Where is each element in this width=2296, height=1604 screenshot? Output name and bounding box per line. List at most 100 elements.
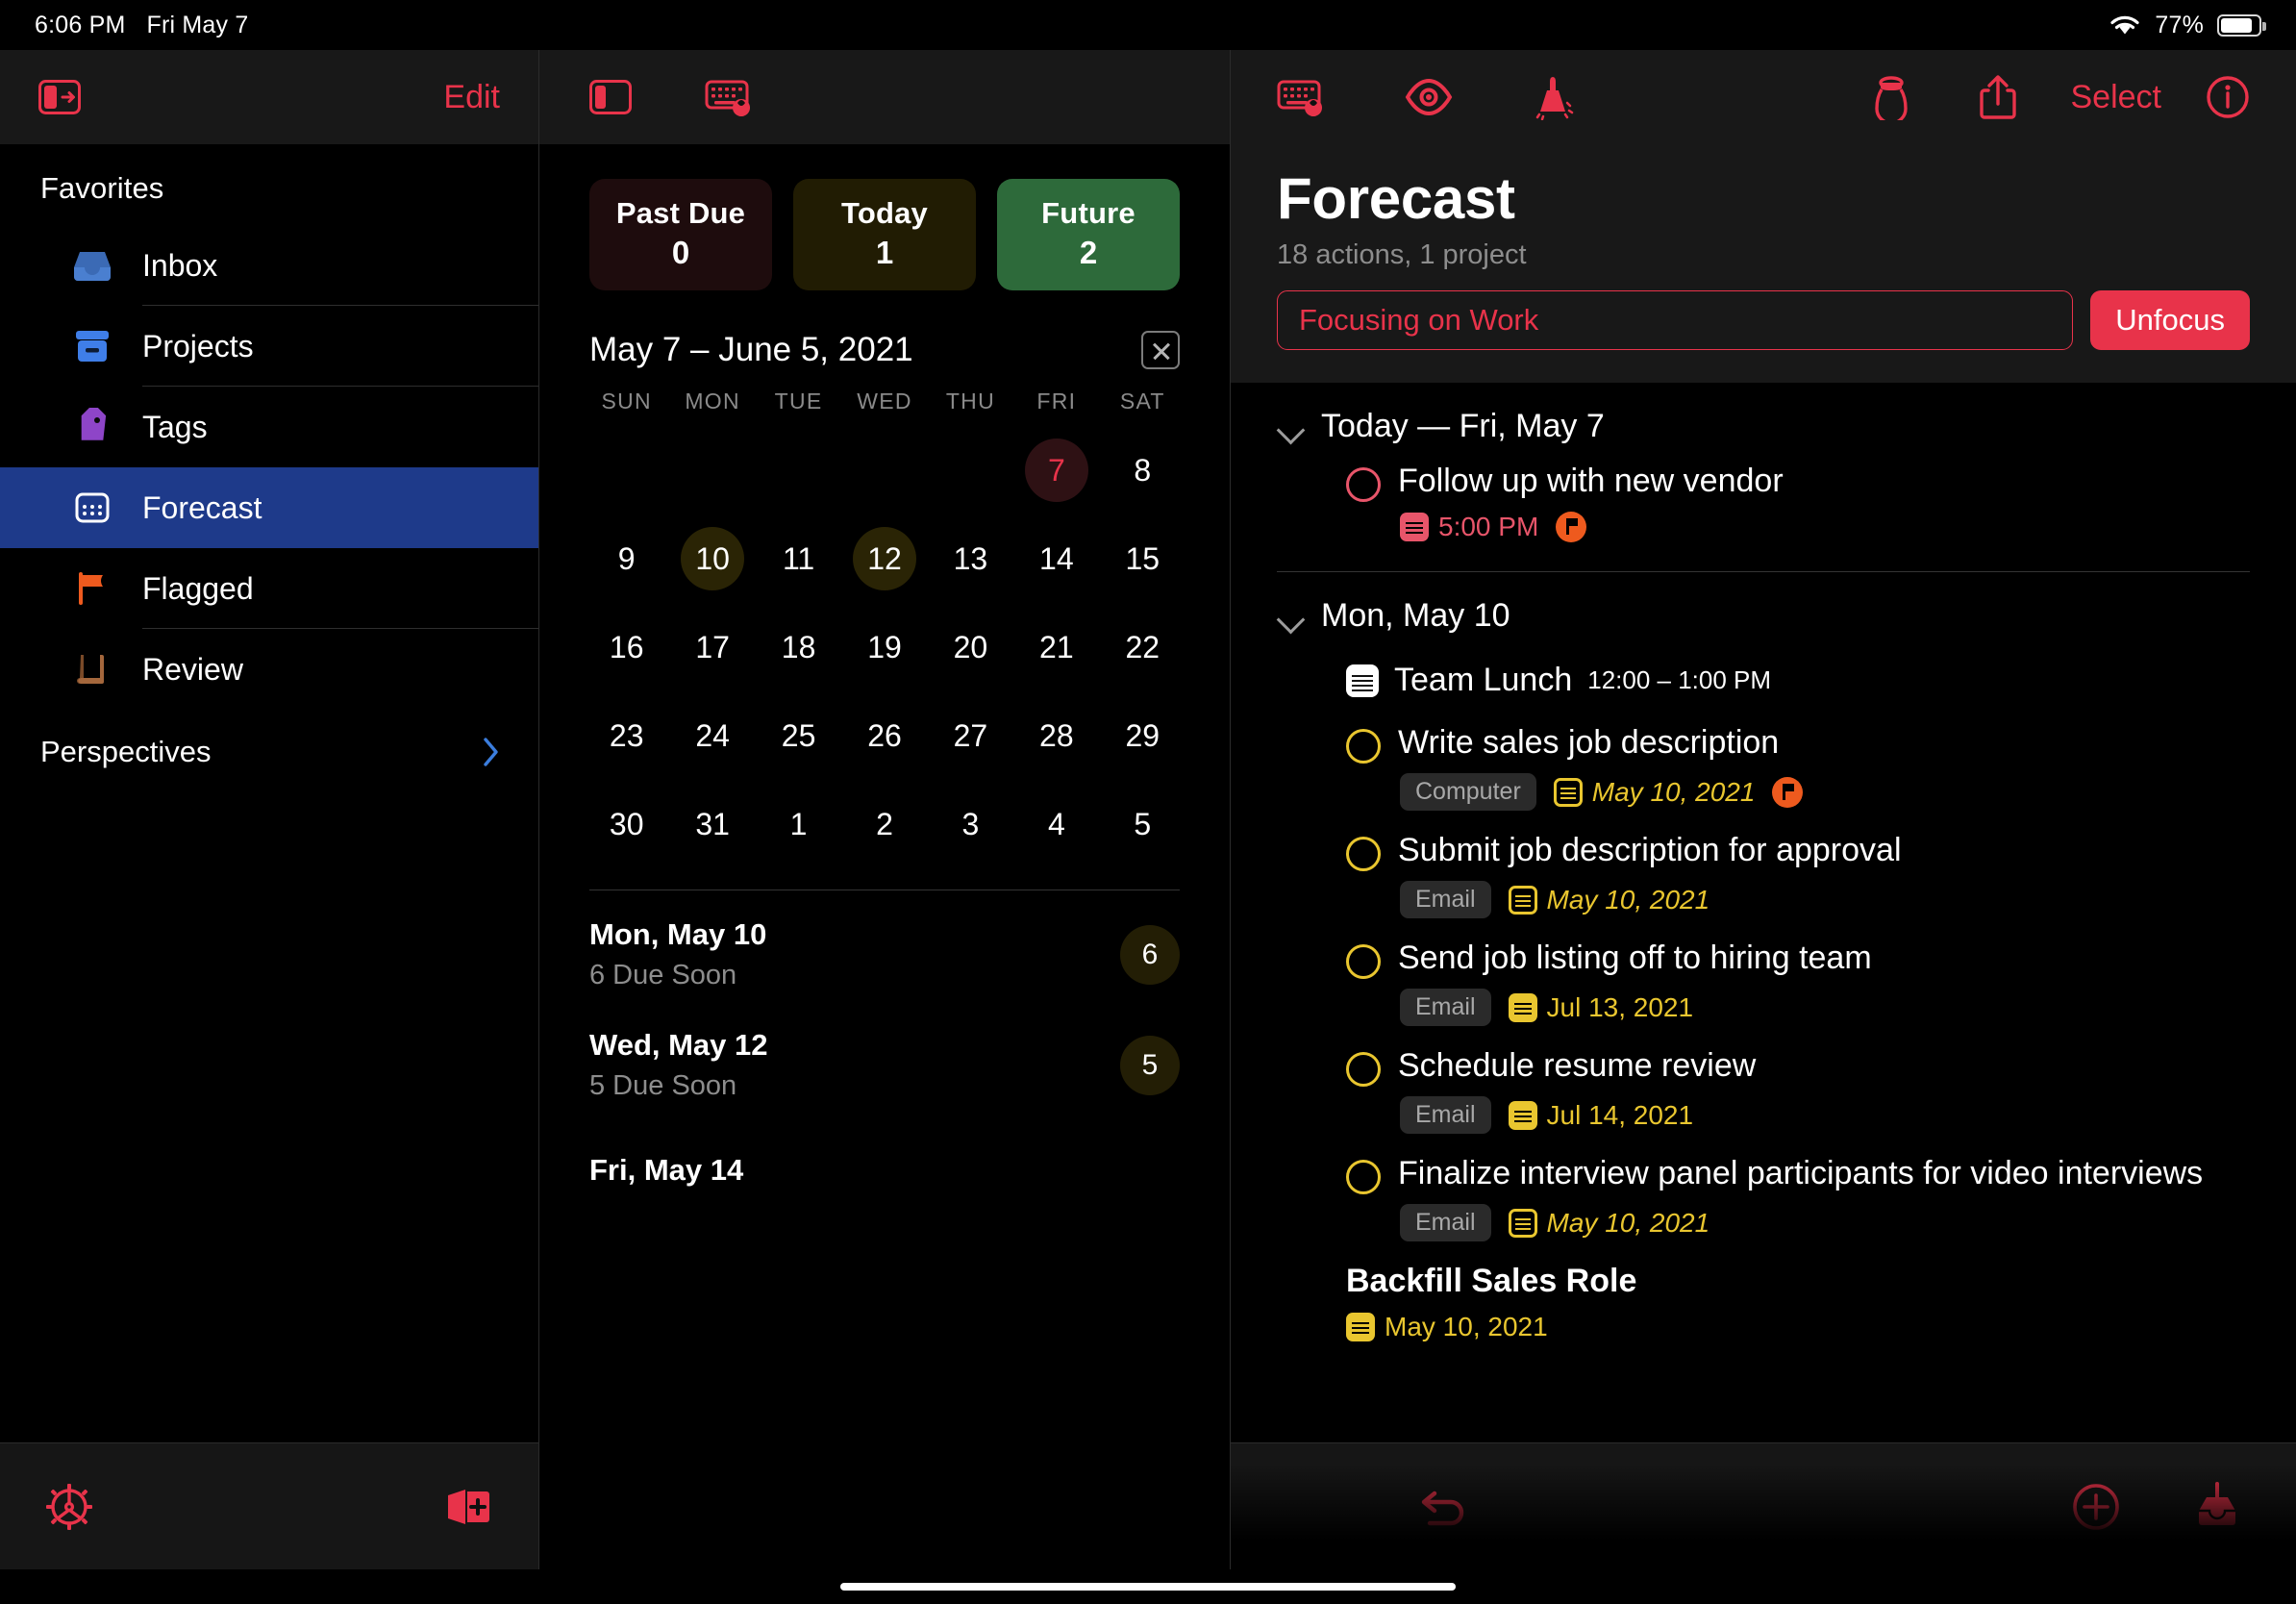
calendar-cell[interactable]: 12 [841, 514, 927, 603]
calendar-cell[interactable]: 18 [756, 603, 841, 691]
calendar-cell[interactable]: 31 [669, 780, 755, 868]
project-row[interactable]: Backfill Sales Role May 10, 2021 [1277, 1251, 2250, 1352]
add-item-icon[interactable] [2071, 1482, 2121, 1532]
calendar-cell[interactable]: 23 [584, 691, 669, 780]
keyboard-shortcut-icon[interactable] [1277, 78, 1329, 116]
unfocus-button[interactable]: Unfocus [2090, 290, 2250, 350]
calendar-cell[interactable]: 29 [1100, 691, 1185, 780]
calendar-cell[interactable]: 17 [669, 603, 755, 691]
sidebar-item-inbox[interactable]: Inbox [0, 225, 538, 306]
calendar-cell[interactable]: 22 [1100, 603, 1185, 691]
undo-icon[interactable] [1417, 1485, 1471, 1529]
task-row[interactable]: Follow up with new vendor 5:00 PM [1277, 451, 2250, 552]
broom-cleanup-icon[interactable] [1529, 74, 1581, 120]
task-status-circle[interactable] [1346, 837, 1381, 871]
task-group-header[interactable]: Mon, May 10 [1277, 572, 2250, 640]
calendar-day: 14 [1039, 540, 1074, 576]
sidebar-item-forecast[interactable]: Forecast [0, 467, 538, 548]
select-button[interactable]: Select [2071, 79, 2162, 116]
task-status-circle[interactable] [1346, 467, 1381, 502]
calendar-cell[interactable]: 10 [669, 514, 755, 603]
list-item[interactable]: Wed, May 12 5 Due Soon 5 [589, 1001, 1180, 1112]
task-group: Mon, May 10 Team Lunch 12:00 – 1:00 PM Writ… [1231, 572, 2296, 1352]
calendar-cell[interactable]: 1 [756, 780, 841, 868]
calendar-cell[interactable]: 4 [1013, 780, 1099, 868]
day-title: Wed, May 12 [589, 1028, 768, 1062]
badge-past-due[interactable]: Past Due 0 [589, 179, 772, 290]
calendar-cell[interactable]: 9 [584, 514, 669, 603]
calendar-grid: 7 8 9 10 11 12 13 14 15 16 17 18 19 20 21 22 23 24 25 26 27 2… [574, 414, 1195, 868]
task-row[interactable]: Send job listing off to hiring team Email… [1277, 928, 2250, 1036]
calendar-cell[interactable]: 14 [1013, 514, 1099, 603]
due-date-text: May 10, 2021 [1546, 1207, 1710, 1238]
event-title: Team Lunch [1394, 662, 1573, 698]
focus-field[interactable]: Focusing on Work [1277, 290, 2074, 350]
task-meta: Email May 10, 2021 [1346, 1194, 2250, 1245]
task-row[interactable]: Write sales job description Computer May 1… [1277, 713, 2250, 820]
calendar-cell[interactable]: 7 [1013, 426, 1099, 514]
task-group-header[interactable]: Today — Fri, May 7 [1277, 383, 2250, 451]
calendar-cell[interactable]: 8 [1100, 426, 1185, 514]
chevron-right-icon[interactable] [481, 735, 502, 769]
keyboard-shortcut-icon[interactable] [705, 78, 757, 116]
sidebar-hide-icon[interactable] [38, 80, 81, 114]
task-tag[interactable]: Email [1400, 1096, 1491, 1134]
task-status-circle[interactable] [1346, 944, 1381, 979]
calendar-cell[interactable]: 13 [928, 514, 1013, 603]
task-tag[interactable]: Email [1400, 1204, 1491, 1241]
task-status-circle[interactable] [1346, 1052, 1381, 1087]
badge-future[interactable]: Future 2 [997, 179, 1180, 290]
chevron-down-icon[interactable] [1277, 603, 1304, 630]
calendar-cell[interactable]: 21 [1013, 603, 1099, 691]
calendar-cell[interactable]: 11 [756, 514, 841, 603]
task-title: Submit job description for approval [1398, 832, 1902, 868]
calendar-cell [841, 426, 927, 514]
sidebar-item-projects[interactable]: Projects [0, 306, 538, 387]
badge-today[interactable]: Today 1 [793, 179, 976, 290]
calendar-cell[interactable]: 27 [928, 691, 1013, 780]
calendar-cell[interactable]: 24 [669, 691, 755, 780]
task-row[interactable]: Finalize interview panel participants fo… [1277, 1143, 2250, 1251]
sidebar-item-review[interactable]: Review [0, 629, 538, 710]
task-row[interactable]: Submit job description for approval Email… [1277, 820, 2250, 928]
share-icon[interactable] [1977, 73, 2019, 121]
day-title: Mon, May 10 [589, 917, 767, 951]
calendar-cell[interactable]: 3 [928, 780, 1013, 868]
calendar-cell[interactable]: 26 [841, 691, 927, 780]
calendar-cell[interactable]: 30 [584, 780, 669, 868]
badge-title: Today [841, 196, 928, 230]
calendar-cell[interactable]: 15 [1100, 514, 1185, 603]
info-icon[interactable] [2206, 75, 2250, 119]
task-row[interactable]: Schedule resume review Email Jul 14, 2021 [1277, 1036, 2250, 1143]
calendar-cell[interactable]: 28 [1013, 691, 1099, 780]
calendar-cell[interactable]: 2 [841, 780, 927, 868]
edit-button[interactable]: Edit [443, 79, 500, 116]
task-status-circle[interactable] [1346, 1160, 1381, 1194]
add-perspective-icon[interactable] [442, 1485, 494, 1529]
sidebar-item-flagged[interactable]: Flagged [0, 548, 538, 629]
chevron-down-icon[interactable] [1277, 414, 1304, 440]
sidebar-toggle-icon[interactable] [589, 80, 632, 114]
list-item[interactable]: Mon, May 10 6 Due Soon 6 [589, 890, 1180, 1001]
eye-view-options-icon[interactable] [1404, 77, 1454, 117]
list-item[interactable]: Fri, May 14 [589, 1112, 1180, 1212]
task-status-circle[interactable] [1346, 729, 1381, 764]
calendar-day: 9 [617, 540, 636, 576]
calendar-event-row[interactable]: Team Lunch 12:00 – 1:00 PM [1277, 640, 2250, 713]
close-icon[interactable] [1141, 331, 1180, 369]
task-tag[interactable]: Email [1400, 989, 1491, 1026]
calendar-cell[interactable]: 25 [756, 691, 841, 780]
gear-icon[interactable] [44, 1482, 94, 1532]
sidebar-item-tags[interactable]: Tags [0, 387, 538, 467]
calendar-cell[interactable]: 5 [1100, 780, 1185, 868]
calendar-cell[interactable]: 16 [584, 603, 669, 691]
task-tag[interactable]: Email [1400, 881, 1491, 918]
perspectives-row[interactable]: Perspectives [0, 710, 538, 794]
calendar-badge-icon [1400, 513, 1429, 541]
calendar-cell[interactable]: 19 [841, 603, 927, 691]
quick-entry-inbox-icon[interactable] [2190, 1481, 2244, 1532]
focus-bar: Focusing on Work Unfocus [1277, 290, 2250, 350]
task-tag[interactable]: Computer [1400, 773, 1536, 811]
salt-shaker-focus-icon[interactable] [1869, 74, 1913, 120]
calendar-cell[interactable]: 20 [928, 603, 1013, 691]
